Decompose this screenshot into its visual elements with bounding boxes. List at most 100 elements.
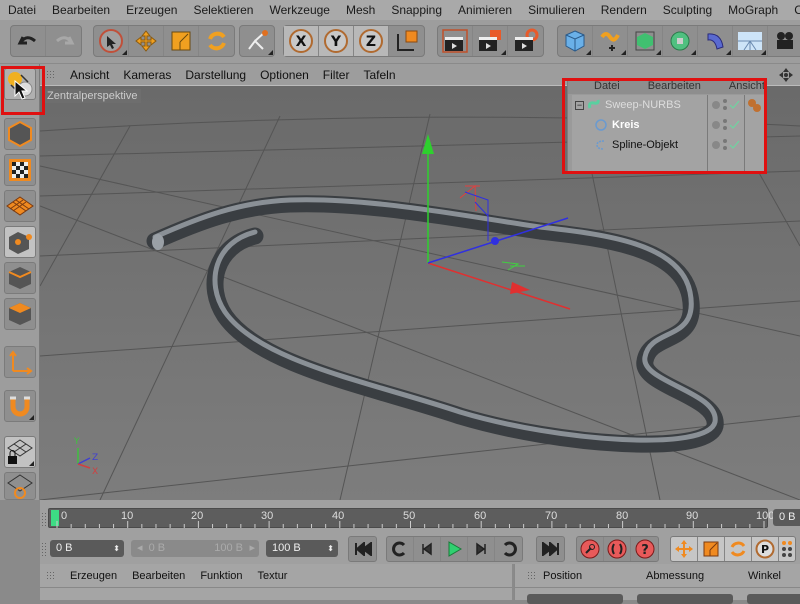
- menu-simulieren[interactable]: Simulieren: [528, 3, 585, 17]
- floor-button[interactable]: [733, 26, 768, 56]
- world-coordinate-button[interactable]: [389, 26, 424, 56]
- menu-mograph[interactable]: MoGraph: [728, 3, 778, 17]
- panel-grip[interactable]: [41, 542, 47, 556]
- world-coordinate-icon: [396, 30, 417, 51]
- menu-darstellung[interactable]: Darstellung: [185, 68, 246, 82]
- render-view-button[interactable]: [438, 26, 473, 56]
- move-button[interactable]: [129, 26, 164, 56]
- model-mode-button[interactable]: [4, 118, 36, 150]
- menu-rendern[interactable]: Rendern: [601, 3, 647, 17]
- live-selection-button[interactable]: [94, 26, 129, 56]
- menu-optionen[interactable]: Optionen: [260, 68, 309, 82]
- next-frame-button[interactable]: [468, 537, 495, 561]
- redo-button[interactable]: [46, 26, 81, 56]
- panel-grip[interactable]: [527, 570, 537, 581]
- y-axis-lock-button[interactable]: Y: [319, 26, 354, 56]
- scale-button[interactable]: [164, 26, 199, 56]
- panel-grip[interactable]: [41, 512, 47, 526]
- menu-snapping[interactable]: Snapping: [391, 3, 442, 17]
- undo-button[interactable]: [11, 26, 46, 56]
- key-rotation-button[interactable]: [725, 537, 752, 561]
- texture-mode-button[interactable]: [4, 154, 36, 186]
- array-button[interactable]: [663, 26, 698, 56]
- workplane-align-button[interactable]: [4, 472, 36, 500]
- render-settings-button[interactable]: [508, 26, 543, 56]
- range-left-arrow-icon[interactable]: ◂: [137, 542, 143, 554]
- size-x-field[interactable]: [637, 594, 733, 604]
- key-icon: [580, 539, 600, 559]
- cube-button[interactable]: [558, 26, 593, 56]
- tick-label: 10: [121, 510, 134, 522]
- render-picture-viewer-button[interactable]: [473, 26, 508, 56]
- z-axis-lock-button[interactable]: Z: [354, 26, 389, 56]
- play-button[interactable]: [441, 537, 468, 561]
- next-key-button[interactable]: [495, 537, 522, 561]
- material-menu-funktion[interactable]: Funktion: [200, 570, 242, 582]
- timeline-ruler[interactable]: 0 10 20 30 40 50 60 70 80 90 100: [48, 508, 774, 528]
- panel-grip[interactable]: [46, 69, 56, 80]
- current-frame-field[interactable]: 0 B: [773, 509, 800, 526]
- texture-mode-icon: [9, 159, 31, 181]
- goto-start-button[interactable]: [349, 537, 376, 561]
- key-scale-button[interactable]: [698, 537, 725, 561]
- prev-frame-button[interactable]: [414, 537, 441, 561]
- position-x-field[interactable]: [527, 594, 623, 604]
- points-mode-icon: [9, 232, 32, 254]
- key-point-level-button[interactable]: [779, 537, 795, 561]
- autokey-button[interactable]: [604, 537, 631, 561]
- axis-label-y: Y: [73, 437, 80, 447]
- key-parameter-button[interactable]: P: [752, 537, 779, 561]
- frame-range-slider[interactable]: ◂ 0 B 100 B ▸: [131, 540, 259, 557]
- live-selection-icon: [99, 29, 123, 53]
- tick-label: 30: [261, 510, 274, 522]
- recent-tools-button[interactable]: [240, 26, 274, 56]
- material-menu-textur[interactable]: Textur: [258, 570, 288, 582]
- stepper-icon[interactable]: ⬍: [327, 540, 334, 557]
- next-frame-icon: [476, 542, 486, 556]
- menu-datei[interactable]: Datei: [8, 3, 36, 17]
- keyframe-selection-button[interactable]: ?: [631, 537, 658, 561]
- polygons-mode-button[interactable]: [4, 298, 36, 330]
- menu-sculpting[interactable]: Sculpting: [663, 3, 712, 17]
- x-axis-lock-icon: X: [289, 29, 313, 53]
- subdivision-surface-button[interactable]: [628, 26, 663, 56]
- end-frame-value: 100 B: [272, 542, 301, 554]
- viewport-move-icon[interactable]: [778, 67, 794, 83]
- end-frame-field[interactable]: 100 B ⬍: [266, 540, 338, 557]
- menu-kameras[interactable]: Kameras: [123, 68, 171, 82]
- menu-charakter[interactable]: Charak: [794, 3, 800, 17]
- menu-tafeln[interactable]: Tafeln: [363, 68, 395, 82]
- menu-animieren[interactable]: Animieren: [458, 3, 512, 17]
- goto-end-button[interactable]: [537, 537, 564, 561]
- points-mode-button[interactable]: [4, 226, 36, 258]
- material-menu-bearbeiten[interactable]: Bearbeiten: [132, 570, 185, 582]
- prev-key-button[interactable]: [387, 537, 414, 561]
- workplane-lock-button[interactable]: [4, 436, 36, 468]
- rotation-h-field[interactable]: [747, 594, 800, 604]
- bend-deformer-button[interactable]: [698, 26, 733, 56]
- snapping-button[interactable]: [4, 390, 36, 422]
- panel-grip[interactable]: [46, 570, 56, 581]
- edges-mode-button[interactable]: [4, 262, 36, 294]
- start-frame-value: 0 B: [56, 542, 73, 554]
- menu-ansicht[interactable]: Ansicht: [70, 68, 109, 82]
- axis-mode-button[interactable]: [4, 346, 36, 378]
- workplane-mode-button[interactable]: [4, 190, 36, 222]
- menu-erzeugen[interactable]: Erzeugen: [126, 3, 177, 17]
- camera-button[interactable]: [768, 26, 800, 56]
- menu-bearbeiten[interactable]: Bearbeiten: [52, 3, 110, 17]
- material-menu-erzeugen[interactable]: Erzeugen: [70, 570, 117, 582]
- stepper-icon[interactable]: ⬍: [113, 540, 120, 557]
- menu-filter[interactable]: Filter: [323, 68, 350, 82]
- menu-selektieren[interactable]: Selektieren: [193, 3, 253, 17]
- rotate-button[interactable]: [199, 26, 234, 56]
- menu-werkzeuge[interactable]: Werkzeuge: [269, 3, 329, 17]
- menu-mesh[interactable]: Mesh: [346, 3, 375, 17]
- range-right-arrow-icon[interactable]: ▸: [249, 540, 255, 557]
- spline-pen-button[interactable]: [593, 26, 628, 56]
- start-frame-field[interactable]: 0 B ⬍: [50, 540, 124, 557]
- record-keys-button[interactable]: [577, 537, 604, 561]
- x-axis-lock-button[interactable]: X: [284, 26, 319, 56]
- key-position-button[interactable]: [671, 537, 698, 561]
- svg-text:P: P: [761, 543, 769, 556]
